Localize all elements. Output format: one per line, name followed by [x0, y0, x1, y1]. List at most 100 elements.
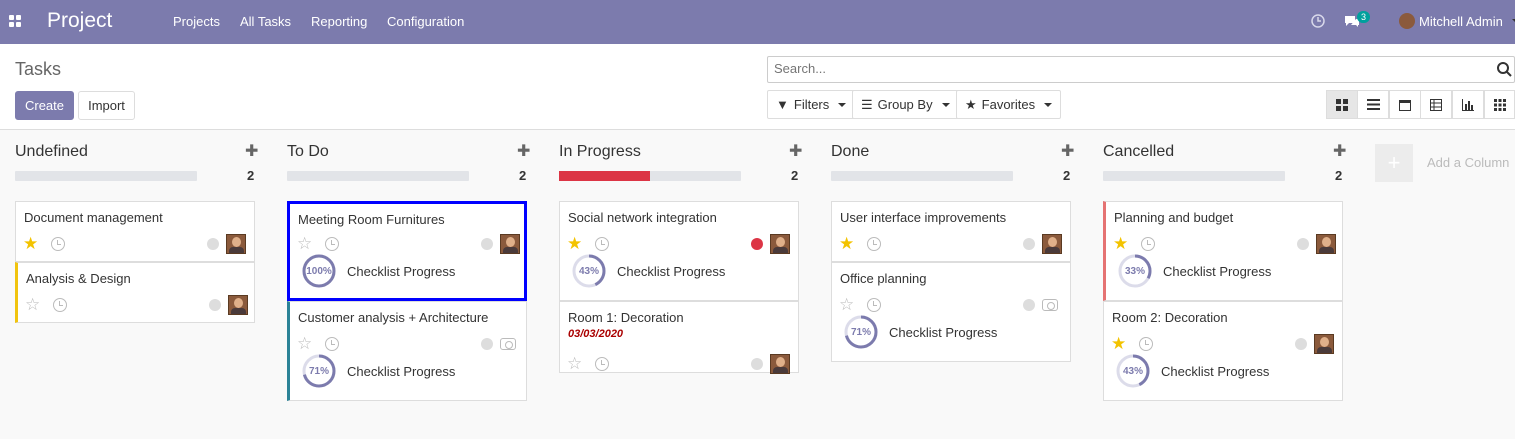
kanban-state-dot[interactable] [207, 238, 219, 250]
kanban-state-dot[interactable] [1023, 238, 1035, 250]
task-card[interactable]: Office planning ☆ 71% Checklist Progress [831, 262, 1071, 362]
task-title[interactable]: Meeting Room Furnitures [298, 212, 445, 227]
task-card[interactable]: Document management ★ [15, 201, 255, 262]
starred-icon[interactable]: ★ [1113, 235, 1128, 252]
task-title[interactable]: Customer analysis + Architecture [298, 310, 488, 325]
activity-clock-icon[interactable] [51, 237, 65, 251]
task-card[interactable]: Room 2: Decoration ★ 43% Checklist Progre… [1103, 301, 1343, 401]
favorites-button[interactable]: ★ Favorites [956, 90, 1062, 119]
column-title[interactable]: Undefined [15, 143, 88, 161]
column-title[interactable]: Done [831, 143, 869, 161]
quick-create-icon[interactable]: ✚ [1333, 141, 1346, 161]
activity-clock-icon[interactable] [595, 237, 609, 251]
checklist-progress-circle: 43% [571, 253, 607, 289]
progress-percent: 71% [850, 326, 871, 338]
starred-icon[interactable]: ★ [23, 235, 38, 252]
kanban-state-dot[interactable] [209, 299, 221, 311]
star-icon[interactable]: ☆ [297, 235, 312, 252]
task-card[interactable]: Customer analysis + Architecture ☆ 71% Ch… [287, 301, 527, 401]
activity-clock-icon[interactable] [1139, 337, 1153, 351]
task-title[interactable]: Analysis & Design [26, 271, 131, 286]
activity-view-button[interactable] [1484, 90, 1515, 119]
calendar-view-button[interactable] [1389, 90, 1421, 119]
task-card[interactable]: Social network integration ★ 43% Checklis… [559, 201, 799, 301]
activity-clock-icon[interactable] [1141, 237, 1155, 251]
column-progress-bar[interactable] [15, 171, 197, 181]
task-title[interactable]: Room 1: Decoration [568, 310, 684, 325]
activity-clock-icon[interactable] [867, 298, 881, 312]
progress-label: Checklist Progress [347, 364, 456, 379]
task-card[interactable]: Room 1: Decoration 03/03/2020 ☆ [559, 301, 799, 374]
app-brand[interactable]: Project [47, 9, 112, 33]
progress-label: Checklist Progress [617, 264, 726, 279]
task-title[interactable]: Office planning [840, 271, 927, 286]
column-count: 2 [1063, 168, 1071, 183]
starred-icon[interactable]: ★ [1111, 335, 1126, 352]
user-menu[interactable]: Mitchell Admin [1419, 14, 1503, 29]
quick-create-icon[interactable]: ✚ [517, 141, 530, 161]
kanban-state-dot[interactable] [1023, 299, 1035, 311]
user-avatar[interactable] [1399, 13, 1415, 29]
column-title[interactable]: To Do [287, 143, 329, 161]
kanban-state-dot[interactable] [481, 338, 493, 350]
quick-create-icon[interactable]: ✚ [1061, 141, 1074, 161]
apps-menu-icon[interactable] [9, 15, 21, 27]
column-title[interactable]: Cancelled [1103, 143, 1174, 161]
quick-create-icon[interactable]: ✚ [245, 141, 258, 161]
kanban-state-dot[interactable] [751, 238, 763, 250]
kanban-state-dot[interactable] [1295, 338, 1307, 350]
task-card[interactable]: User interface improvements ★ [831, 201, 1071, 262]
filters-button[interactable]: ▼ Filters [767, 90, 856, 119]
menu-projects[interactable]: Projects [173, 14, 220, 29]
progress-label: Checklist Progress [1161, 364, 1270, 379]
add-column-button[interactable]: + [1375, 144, 1413, 182]
column-progress-bar[interactable] [559, 171, 741, 181]
star-icon[interactable]: ☆ [25, 296, 40, 313]
progress-percent: 43% [578, 265, 599, 277]
quick-create-icon[interactable]: ✚ [789, 141, 802, 161]
checklist-progress-circle: 71% [301, 353, 337, 389]
star-icon[interactable]: ☆ [839, 296, 854, 313]
task-title[interactable]: User interface improvements [840, 210, 1006, 225]
task-card[interactable]: Planning and budget ★ 33% Checklist Progr… [1103, 201, 1343, 301]
progress-percent: 33% [1124, 265, 1145, 277]
menu-all-tasks[interactable]: All Tasks [240, 14, 291, 29]
activity-clock-icon[interactable] [867, 237, 881, 251]
task-title[interactable]: Planning and budget [1114, 210, 1233, 225]
activity-clock-icon[interactable] [53, 298, 67, 312]
task-card[interactable]: Meeting Room Furnitures ☆ 100% Checklist … [287, 201, 527, 301]
kanban-state-dot[interactable] [751, 358, 763, 370]
kanban-state-dot[interactable] [1297, 238, 1309, 250]
starred-icon[interactable]: ★ [567, 235, 582, 252]
star-icon[interactable]: ☆ [297, 335, 312, 352]
menu-reporting[interactable]: Reporting [311, 14, 367, 29]
messages-badge: 3 [1357, 11, 1371, 23]
graph-view-button[interactable] [1452, 90, 1484, 119]
kanban-view-button[interactable] [1326, 90, 1358, 119]
search-icon[interactable] [1496, 61, 1512, 77]
create-button[interactable]: Create [15, 91, 74, 120]
group-by-button[interactable]: ☰ Group By [852, 90, 959, 119]
add-column-label[interactable]: Add a Column [1427, 155, 1509, 170]
star-icon[interactable]: ☆ [567, 355, 582, 372]
task-title[interactable]: Room 2: Decoration [1112, 310, 1228, 325]
starred-icon[interactable]: ★ [839, 235, 854, 252]
task-card[interactable]: Analysis & Design ☆ [15, 262, 255, 323]
column-progress-bar[interactable] [831, 171, 1013, 181]
task-title[interactable]: Document management [24, 210, 163, 225]
column-progress-bar[interactable] [1103, 171, 1285, 181]
assignee-avatar [1314, 334, 1334, 354]
list-view-button[interactable] [1357, 90, 1389, 119]
activity-clock-icon[interactable] [325, 237, 339, 251]
task-title[interactable]: Social network integration [568, 210, 717, 225]
activity-clock-icon[interactable] [595, 357, 609, 371]
import-button[interactable]: Import [78, 91, 135, 120]
kanban-state-dot[interactable] [481, 238, 493, 250]
search-input[interactable] [774, 61, 1474, 76]
column-progress-bar[interactable] [287, 171, 469, 181]
activity-clock-icon[interactable] [325, 337, 339, 351]
menu-configuration[interactable]: Configuration [387, 14, 464, 29]
pivot-view-button[interactable] [1420, 90, 1452, 119]
column-title[interactable]: In Progress [559, 143, 641, 161]
activity-clock-icon[interactable] [1311, 14, 1325, 28]
